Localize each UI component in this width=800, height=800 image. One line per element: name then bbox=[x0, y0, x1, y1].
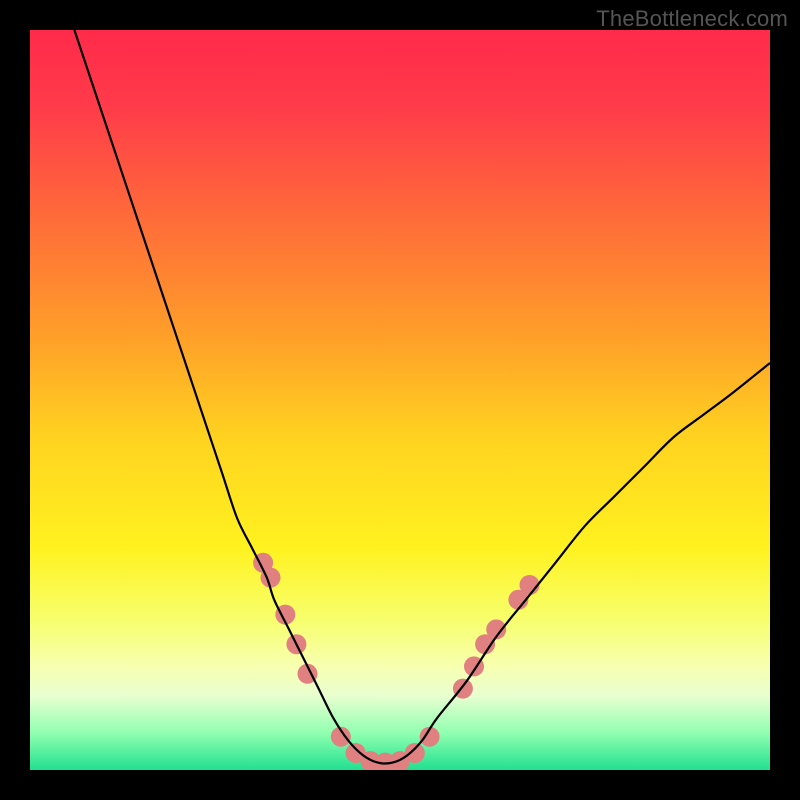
chart-svg bbox=[30, 30, 770, 770]
marker-dot bbox=[405, 743, 425, 763]
watermark-text: TheBottleneck.com bbox=[596, 6, 788, 32]
plot-area bbox=[30, 30, 770, 770]
chart-frame: TheBottleneck.com bbox=[0, 0, 800, 800]
gradient-background bbox=[30, 30, 770, 770]
